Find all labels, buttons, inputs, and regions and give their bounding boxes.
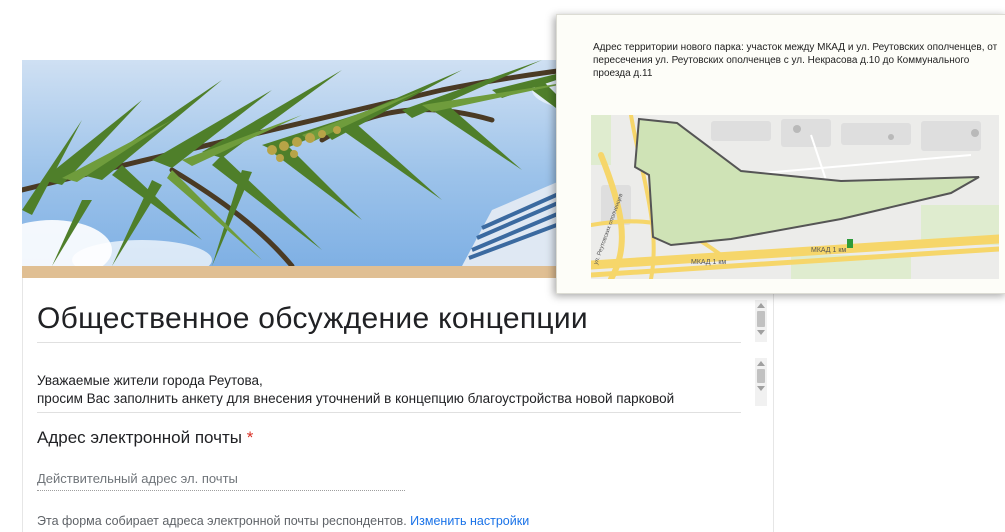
scroll-up-icon[interactable]: [757, 303, 765, 308]
change-settings-link[interactable]: Изменить настройки: [410, 514, 529, 528]
park-map[interactable]: МКАД 1 км МКАД 1 км ул. Реутовских ополч…: [591, 115, 999, 279]
description-scrollbar[interactable]: [755, 358, 767, 406]
description-line-1: Уважаемые жители города Реутова,: [37, 373, 263, 388]
form-title-field[interactable]: Общественное обсуждение концепции: [37, 296, 741, 343]
form-description-field[interactable]: Уважаемые жители города Реутова, просим …: [37, 372, 741, 413]
email-collection-note: Эта форма собирает адреса электронной по…: [37, 514, 529, 528]
park-address-caption: Адрес территории нового парка: участок м…: [593, 42, 998, 79]
scroll-thumb[interactable]: [757, 369, 765, 383]
form-card: Общественное обсуждение концепции Уважае…: [22, 278, 774, 532]
road-label-2: МКАД 1 км: [811, 247, 846, 254]
green-marker-icon[interactable]: [847, 239, 853, 248]
form-title: Общественное обсуждение концепции: [37, 302, 588, 335]
title-scrollbar[interactable]: [755, 300, 767, 342]
scroll-down-icon[interactable]: [757, 386, 765, 391]
scroll-thumb[interactable]: [757, 311, 765, 327]
email-field[interactable]: [37, 466, 405, 491]
email-label-text: Адрес электронной почты: [37, 428, 242, 447]
road-label-1: МКАД 1 км: [691, 259, 726, 266]
park-location-card: Адрес территории нового парка: участок м…: [556, 14, 1005, 294]
scroll-up-icon[interactable]: [757, 361, 765, 366]
map-illustration: МКАД 1 км МКАД 1 км ул. Реутовских ополч…: [591, 115, 999, 279]
required-asterisk: *: [246, 428, 254, 447]
email-question-label: Адрес электронной почты *: [37, 428, 253, 448]
description-line-2: просим Вас заполнить анкету для внесения…: [37, 391, 675, 406]
collection-note-text: Эта форма собирает адреса электронной по…: [37, 514, 407, 528]
scroll-down-icon[interactable]: [757, 330, 765, 335]
